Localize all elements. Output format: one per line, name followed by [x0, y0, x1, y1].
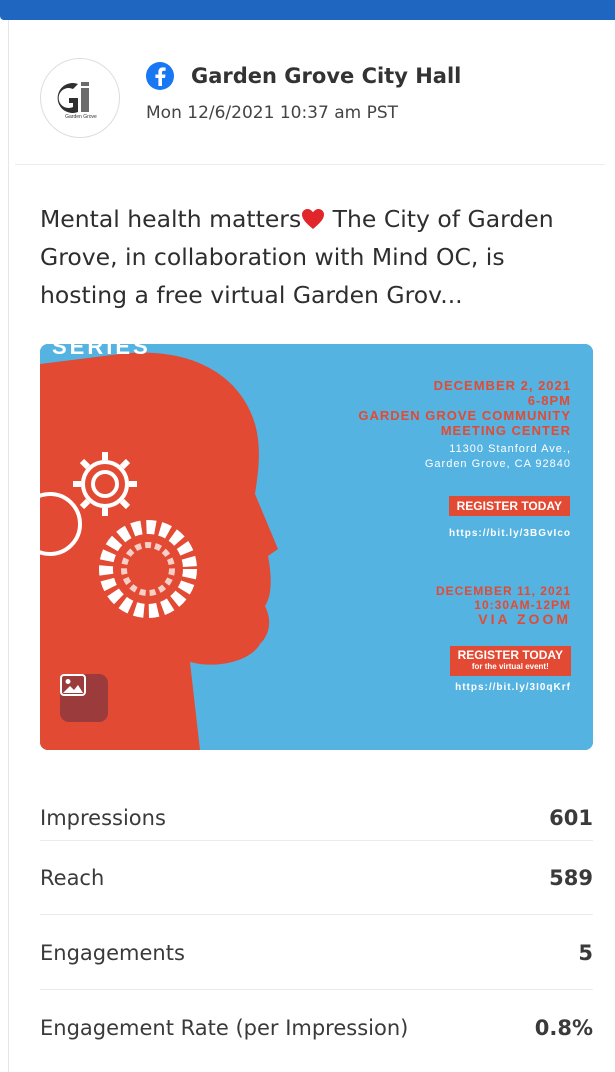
metric-value: 0.8% — [534, 1016, 593, 1040]
account-line: Garden Grove City Hall — [146, 62, 461, 90]
metric-value: 589 — [549, 866, 593, 890]
poster-event1-link: https://bit.ly/3BGvIco — [448, 528, 571, 539]
post-header: Garden Grove Garden Grove City Hall Mon … — [40, 58, 600, 138]
poster-event2-link: https://bit.ly/3I0qKrf — [455, 682, 571, 693]
metric-label: Engagement Rate (per Impression) — [40, 1016, 409, 1040]
poster-event1-venue: GARDEN GROVE COMMUNITY MEETING CENTER — [358, 408, 571, 438]
poster-event1-date: DECEMBER 2, 2021 — [433, 378, 571, 393]
avatar-caption: Garden Grove — [65, 114, 97, 120]
post-text-part1: Mental health matters — [40, 205, 302, 233]
metric-label: Engagements — [40, 941, 185, 965]
poster-register-button-2: REGISTER TODAY for the virtual event! — [449, 646, 571, 676]
card-left-border — [8, 20, 9, 1072]
poster-event1-address: 11300 Stanford Ave., Garden Grove, CA 92… — [424, 443, 571, 470]
top-accent-bar — [0, 0, 615, 20]
poster-event1-time: 6-8PM — [527, 393, 571, 408]
row-divider — [40, 840, 593, 841]
poster-event1: DECEMBER 2, 2021 6-8PM GARDEN GROVE COMM… — [311, 378, 571, 438]
account-name[interactable]: Garden Grove City Hall — [191, 64, 461, 88]
heart-icon — [302, 209, 325, 229]
poster-event2: DECEMBER 11, 2021 10:30AM-12PM VIA ZOOM — [436, 584, 571, 626]
header-divider — [15, 164, 605, 165]
metric-value: 601 — [549, 806, 593, 830]
poster-event2-place: VIA ZOOM — [478, 611, 571, 627]
metric-label: Impressions — [40, 806, 166, 830]
poster-event2-date: DECEMBER 11, 2021 — [435, 584, 571, 598]
poster-series-text: SERIES — [52, 344, 151, 359]
image-icon[interactable] — [60, 674, 108, 722]
post-timestamp: Mon 12/6/2021 10:37 am PST — [146, 103, 399, 123]
metric-engagements: Engagements 5 — [40, 933, 593, 973]
post-text: Mental health matters The City of Garden… — [40, 200, 595, 314]
metric-reach: Reach 589 — [40, 858, 593, 898]
row-divider — [40, 989, 593, 990]
poster-event2-time: 10:30AM-12PM — [474, 598, 571, 612]
facebook-icon — [146, 62, 174, 90]
avatar[interactable]: Garden Grove — [40, 58, 120, 138]
post-image[interactable]: SERIES DECEMBER 2, 2021 6-8PM GARDEN GRO… — [40, 344, 593, 750]
metric-engagement-rate: Engagement Rate (per Impression) 0.8% — [40, 1008, 593, 1048]
poster-register-sub: for the virtual event! — [471, 662, 549, 671]
metric-label: Reach — [40, 866, 105, 890]
metric-value: 5 — [578, 941, 593, 965]
poster-register-label-2: REGISTER TODAY — [457, 648, 563, 662]
poster-register-button-1: REGISTER TODAY — [448, 496, 570, 516]
garden-grove-logo-icon — [57, 82, 89, 113]
metric-impressions: Impressions 601 — [40, 798, 593, 838]
row-divider — [40, 914, 593, 915]
